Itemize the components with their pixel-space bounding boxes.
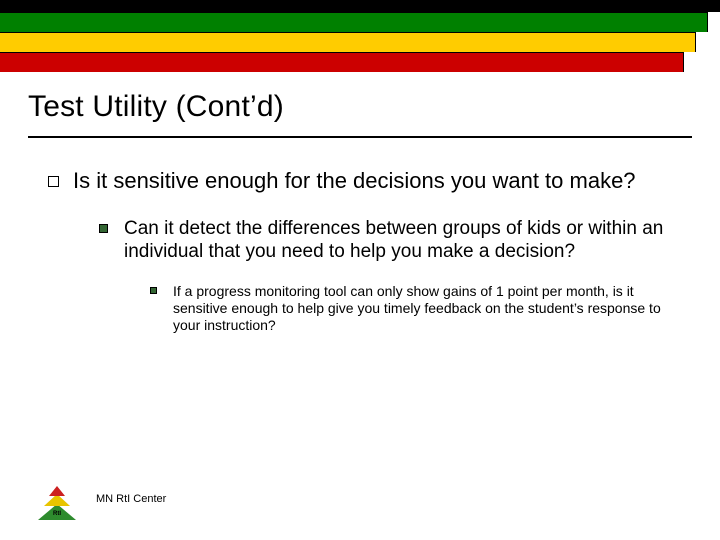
lvl1-text: Is it sensitive enough for the decisions… bbox=[73, 168, 680, 195]
list-item-lvl3: If a progress monitoring tool can only s… bbox=[150, 283, 680, 334]
bar-green bbox=[0, 12, 708, 32]
content-area: Is it sensitive enough for the decisions… bbox=[0, 138, 720, 334]
logo-tier-red bbox=[49, 486, 65, 496]
logo-triangle-icon: RtI bbox=[38, 478, 76, 520]
lvl3-text: If a progress monitoring tool can only s… bbox=[173, 283, 680, 334]
list-item-lvl1: Is it sensitive enough for the decisions… bbox=[48, 168, 680, 334]
bar-yellow bbox=[0, 32, 696, 52]
lvl1-body: Is it sensitive enough for the decisions… bbox=[73, 168, 680, 334]
square-outline-small-bullet-icon bbox=[150, 287, 157, 294]
square-outline-bullet-icon bbox=[48, 176, 59, 187]
title-area: Test Utility (Cont’d) bbox=[0, 72, 720, 130]
square-solid-bullet-icon bbox=[99, 224, 108, 233]
logo-label: RtI bbox=[53, 511, 61, 517]
footer-text: MN RtI Center bbox=[96, 493, 166, 505]
slide-title: Test Utility (Cont’d) bbox=[28, 90, 692, 124]
lvl2-text: Can it detect the differences between gr… bbox=[124, 217, 680, 263]
header-bars bbox=[0, 0, 720, 72]
bar-red bbox=[0, 52, 684, 72]
list-item-lvl2: Can it detect the differences between gr… bbox=[99, 217, 680, 335]
bar-black bbox=[0, 0, 720, 12]
footer: RtI MN RtI Center bbox=[38, 478, 166, 520]
lvl2-body: Can it detect the differences between gr… bbox=[124, 217, 680, 335]
